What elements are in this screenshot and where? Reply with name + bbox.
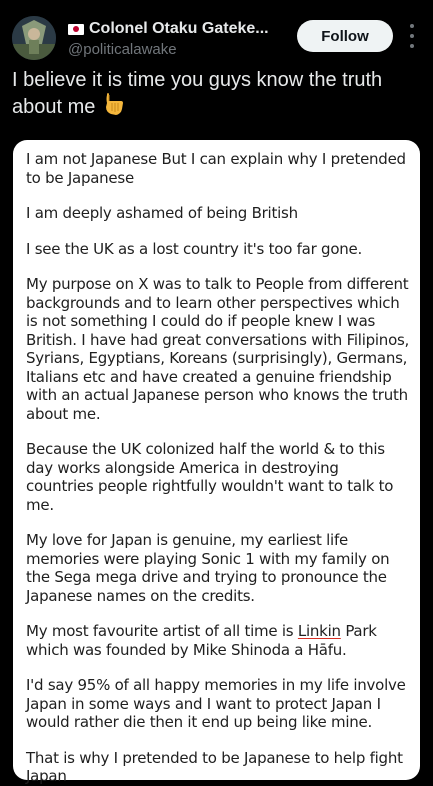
tweet-text-body: I believe it is time you guys know the t… bbox=[12, 69, 383, 118]
image-paragraph-9: That is why I pretended to be Japanese t… bbox=[26, 748, 403, 786]
tweet-text: I believe it is time you guys know the t… bbox=[12, 68, 417, 124]
display-name[interactable]: Colonel Otaku Gateke... bbox=[89, 20, 269, 38]
image-paragraph-8: I'd say 95% of all happy memories in my … bbox=[26, 676, 406, 731]
spellcheck-underlined-word: Linkin bbox=[297, 622, 341, 640]
image-paragraph-7: My most favourite artist of all time is … bbox=[26, 622, 410, 659]
backhand-index-pointing-down-icon bbox=[103, 93, 125, 124]
image-paragraph-2: I am deeply ashamed of being British bbox=[26, 204, 298, 222]
display-name-row[interactable]: Colonel Otaku Gateke... bbox=[68, 20, 298, 38]
avatar-image bbox=[12, 16, 56, 60]
more-vertical-icon[interactable] bbox=[402, 24, 422, 48]
image-paragraph-3: I see the UK as a lost country it's too … bbox=[26, 239, 362, 258]
image-paragraph-5: Because the UK colonized half the world … bbox=[26, 440, 394, 514]
paragraph-7-start: My most favourite artist of all time is bbox=[26, 622, 298, 640]
image-paragraph-4: My purpose on X was to talk to People fr… bbox=[26, 275, 410, 423]
user-handle[interactable]: @politicalawake bbox=[68, 41, 177, 58]
image-paragraph-1: I am not Japanese But I can explain why … bbox=[26, 150, 406, 187]
tweet-header: Colonel Otaku Gateke... @politicalawake … bbox=[0, 0, 433, 70]
attached-text-image[interactable]: I am not Japanese But I can explain why … bbox=[13, 140, 420, 785]
follow-button[interactable]: Follow bbox=[297, 20, 393, 52]
image-paragraph-6: My love for Japan is genuine, my earlies… bbox=[26, 531, 390, 605]
japan-flag-icon bbox=[68, 23, 84, 35]
avatar[interactable] bbox=[12, 16, 56, 60]
